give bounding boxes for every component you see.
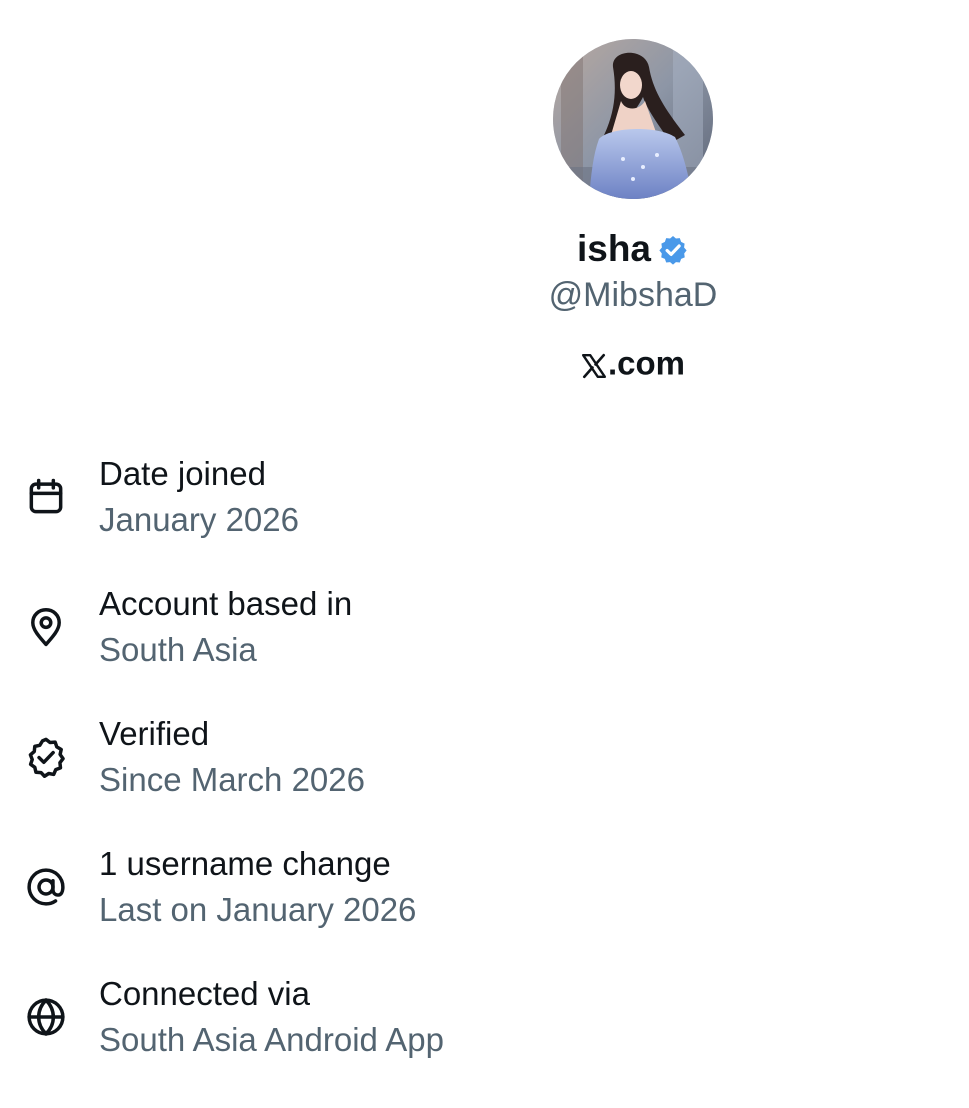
x-logo-icon xyxy=(581,347,607,379)
avatar[interactable] xyxy=(553,39,713,199)
info-item-account-based-in: Account based in South Asia xyxy=(0,580,969,710)
info-value: January 2026 xyxy=(99,501,299,538)
profile-header: isha @MibshaD .com xyxy=(0,0,969,400)
info-value: South Asia Android App xyxy=(99,1021,444,1058)
info-label: Account based in xyxy=(99,585,353,622)
info-value: Last on January 2026 xyxy=(99,891,417,928)
avatar-image xyxy=(553,39,713,199)
verified-badge-icon[interactable] xyxy=(657,231,689,265)
info-item-verified: Verified Since March 2026 xyxy=(0,710,969,840)
at-sign-icon xyxy=(24,865,68,909)
display-name-row: isha xyxy=(0,224,969,272)
info-label: 1 username change xyxy=(99,845,391,882)
display-name: isha xyxy=(576,228,652,270)
calendar-icon xyxy=(24,475,68,519)
info-item-date-joined: Date joined January 2026 xyxy=(0,450,969,580)
site-text: .com xyxy=(607,344,686,382)
info-label: Connected via xyxy=(99,975,310,1012)
info-value: Since March 2026 xyxy=(99,761,365,798)
info-value: South Asia xyxy=(99,631,257,668)
site-link[interactable]: .com xyxy=(0,340,969,384)
info-label: Date joined xyxy=(99,455,266,492)
globe-icon xyxy=(24,995,68,1039)
info-label: Verified xyxy=(99,715,210,752)
verified-check-icon xyxy=(24,735,68,779)
user-handle: @MibshaD xyxy=(548,276,718,314)
account-info-list: Date joined January 2026 Account based i… xyxy=(0,450,969,1100)
location-pin-icon xyxy=(24,605,68,649)
info-item-username-change: 1 username change Last on January 2026 xyxy=(0,840,969,970)
info-item-connected-via: Connected via South Asia Android App xyxy=(0,970,969,1100)
